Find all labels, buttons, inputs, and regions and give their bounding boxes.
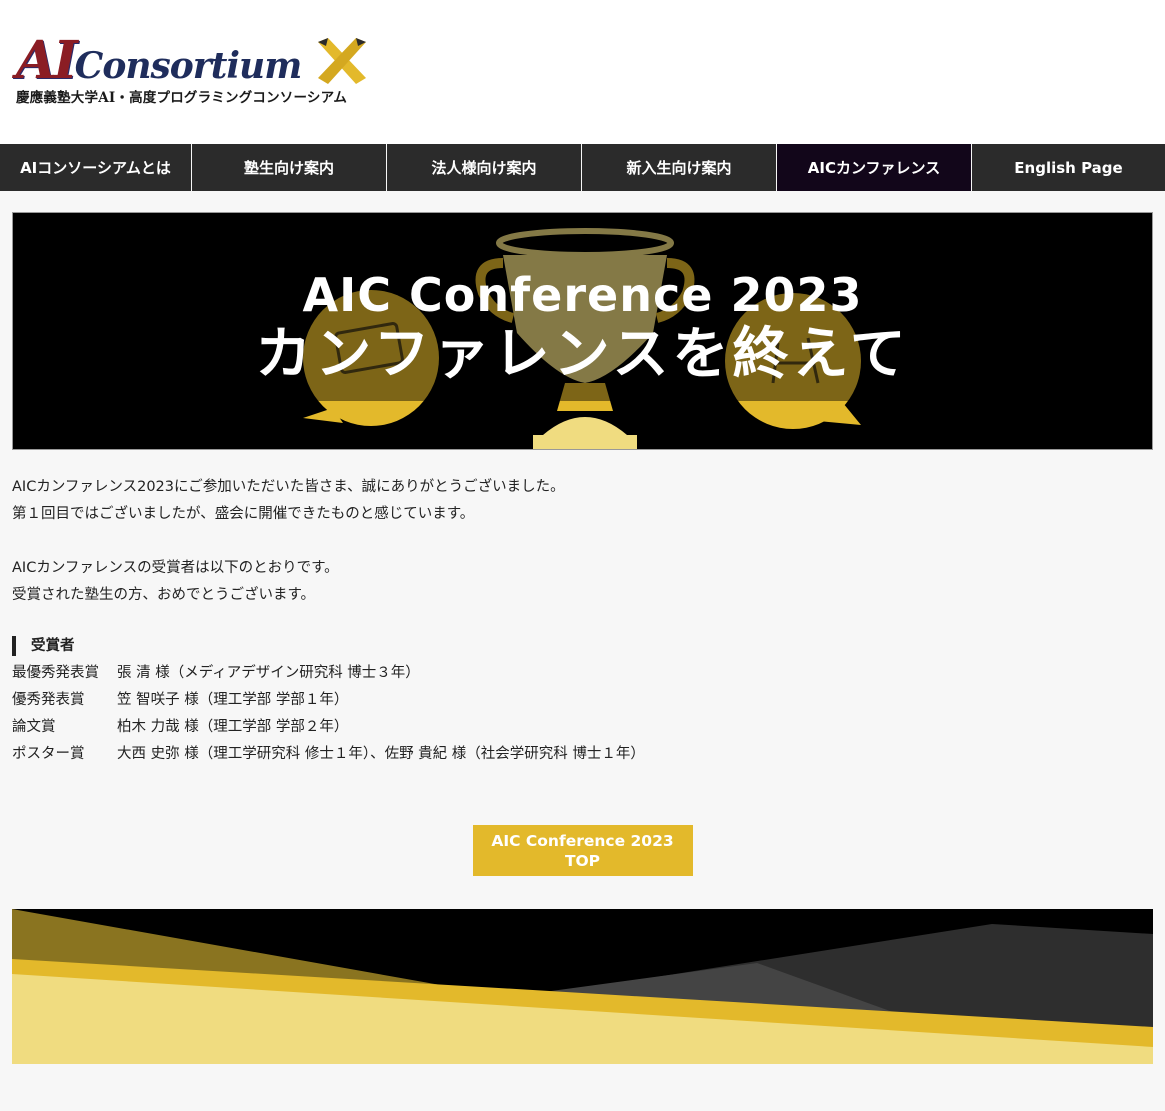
award-winners: 笠 智咲子 様（理工学部 学部１年） bbox=[117, 692, 349, 708]
logo-wordmark: AIConsortium bbox=[16, 34, 303, 88]
awards-list: 最優秀発表賞 張 清 様（メディアデザイン研究科 博士３年） 優秀発表賞 笠 智… bbox=[12, 660, 1153, 768]
top-button-line1: AIC Conference 2023 bbox=[491, 832, 674, 850]
nav-item-conference[interactable]: AICカンファレンス bbox=[777, 144, 972, 191]
nav-item-corporate[interactable]: 法人様向け案内 bbox=[387, 144, 582, 191]
nav-item-about[interactable]: AIコンソーシアムとは bbox=[0, 144, 192, 191]
site-header: AIConsortium 慶應義塾大学AI・高度プログラミングコンソーシアム bbox=[0, 0, 1165, 144]
main-nav: AIコンソーシアムとは 塾生向け案内 法人様向け案内 新入生向け案内 AICカン… bbox=[0, 144, 1165, 191]
nav-item-freshmen[interactable]: 新入生向け案内 bbox=[582, 144, 777, 191]
footer-illustration bbox=[12, 909, 1153, 1064]
aic-consortium-logo[interactable]: AIConsortium 慶應義塾大学AI・高度プログラミングコンソーシアム bbox=[16, 34, 376, 108]
award-row: ポスター賞 大西 史弥 様（理工学研究科 修士１年）、佐野 貴紀 様（社会学研究… bbox=[12, 741, 1153, 768]
intro-paragraph: 第１回目ではございましたが、盛会に開催できたものと感じています。 bbox=[12, 506, 475, 522]
award-category: ポスター賞 bbox=[12, 746, 85, 762]
award-row: 最優秀発表賞 張 清 様（メディアデザイン研究科 博士３年） bbox=[12, 660, 1153, 687]
crossed-pens-icon bbox=[318, 38, 366, 84]
conference-top-button[interactable]: AIC Conference 2023 TOP bbox=[472, 825, 693, 876]
intro-paragraph: AICカンファレンスの受賞者は以下のとおりです。 bbox=[12, 560, 339, 576]
hero-title: AIC Conference 2023 bbox=[302, 268, 863, 322]
top-button-wrap: AIC Conference 2023 TOP bbox=[12, 825, 1153, 876]
award-winners: 柏木 力哉 様（理工学部 学部２年） bbox=[117, 719, 349, 735]
intro-text: AICカンファレンス2023にご参加いただいた皆さま、誠にありがとうございました… bbox=[12, 474, 1153, 609]
award-category: 論文賞 bbox=[12, 719, 56, 735]
award-winners: 大西 史弥 様（理工学研究科 修士１年）、佐野 貴紀 様（社会学研究科 博士１年… bbox=[117, 746, 645, 762]
intro-paragraph: AICカンファレンス2023にご参加いただいた皆さま、誠にありがとうございました… bbox=[12, 479, 565, 495]
award-category: 優秀発表賞 bbox=[12, 692, 85, 708]
main-content: AIC Conference 2023 カンファレンスを終えて AICカンファレ… bbox=[0, 212, 1165, 1064]
hero-subtitle: カンファレンスを終えて bbox=[255, 322, 910, 387]
award-winners: 張 清 様（メディアデザイン研究科 博士３年） bbox=[117, 665, 420, 681]
award-row: 論文賞 柏木 力哉 様（理工学部 学部２年） bbox=[12, 714, 1153, 741]
nav-item-english[interactable]: English Page bbox=[972, 144, 1165, 191]
hero-banner: AIC Conference 2023 カンファレンスを終えて bbox=[12, 212, 1153, 450]
logo-subtitle: 慶應義塾大学AI・高度プログラミングコンソーシアム bbox=[16, 90, 348, 106]
nav-item-students[interactable]: 塾生向け案内 bbox=[192, 144, 387, 191]
award-category: 最優秀発表賞 bbox=[12, 665, 99, 681]
top-button-line2: TOP bbox=[564, 852, 601, 870]
logo-consortium-text: Consortium bbox=[74, 45, 303, 87]
mountain-illustration bbox=[12, 909, 1153, 1064]
award-row: 優秀発表賞 笠 智咲子 様（理工学部 学部１年） bbox=[12, 687, 1153, 714]
intro-paragraph: 受賞された塾生の方、おめでとうございます。 bbox=[12, 587, 316, 603]
logo-ai-text: AI bbox=[16, 30, 78, 91]
awards-heading: 受賞者 bbox=[12, 636, 1153, 656]
